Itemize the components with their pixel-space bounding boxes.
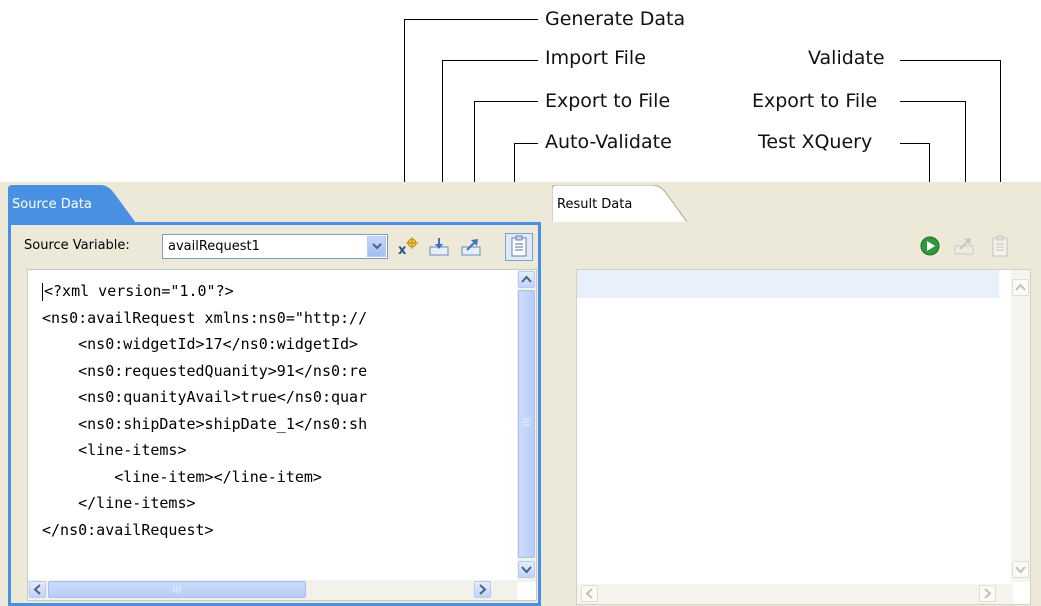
callout-import-file: Import File: [545, 47, 646, 69]
callout-export-to-file-right: Export to File: [752, 90, 878, 112]
tab-result-data[interactable]: Result Data: [552, 185, 687, 222]
source-variable-label: Source Variable:: [24, 238, 130, 253]
source-variable-value: availRequest1: [168, 239, 260, 254]
leader-generate-data-h: [404, 19, 538, 20]
generate-data-icon[interactable]: x: [395, 235, 419, 259]
svg-text:x: x: [398, 243, 407, 258]
code-line: <line-item></line-item>: [42, 467, 322, 486]
export-file-icon[interactable]: [459, 235, 483, 259]
leader-test-xquery-h: [900, 143, 930, 144]
vertical-scrollbar[interactable]: [517, 270, 536, 582]
text-caret: [42, 282, 43, 301]
source-variable-select[interactable]: availRequest1: [162, 234, 388, 259]
source-xml-editor[interactable]: <?xml version="1.0"?> <ns0:availRequest …: [27, 269, 537, 601]
callout-generate-data: Generate Data: [545, 8, 686, 30]
leader-export-left-h: [474, 101, 538, 102]
leader-validate-h: [900, 60, 1001, 61]
horizontal-scroll-thumb[interactable]: [48, 581, 306, 598]
current-line-highlight: [577, 270, 999, 298]
tab-result-data-label: Result Data: [557, 197, 633, 212]
code-line: <ns0:shipDate>shipDate_1</ns0:sh: [42, 414, 368, 433]
source-code: <?xml version="1.0"?> <ns0:availRequest …: [42, 278, 367, 543]
code-line: <ns0:quanityAvail>true</ns0:quar: [42, 388, 368, 406]
result-scroll-right-button[interactable]: [979, 585, 996, 602]
callout-auto-validate: Auto-Validate: [545, 131, 672, 153]
scroll-down-button[interactable]: [518, 561, 535, 578]
code-line: <?xml version="1.0"?>: [44, 282, 234, 300]
leader-export-right-h: [900, 101, 966, 102]
result-scroll-up-button[interactable]: [1012, 279, 1029, 296]
leader-import-file-h: [442, 60, 538, 61]
scroll-right-button[interactable]: [474, 581, 491, 598]
export-file-icon[interactable]: [952, 234, 976, 258]
result-scroll-down-button[interactable]: [1012, 561, 1029, 578]
auto-validate-icon[interactable]: [505, 233, 533, 261]
code-line: <line-items>: [42, 441, 187, 459]
code-line: <ns0:availRequest xmlns:ns0="http://: [42, 308, 368, 327]
import-file-icon[interactable]: [427, 235, 451, 259]
tab-source-data-label: Source Data: [12, 197, 92, 212]
tab-source-data[interactable]: Source Data: [8, 185, 136, 223]
result-data-panel: [552, 222, 1041, 606]
callout-test-xquery: Test XQuery: [758, 131, 873, 153]
scroll-left-button[interactable]: [29, 581, 46, 598]
code-line: <ns0:widgetId>17</ns0:widgetId>: [42, 335, 359, 353]
code-line: <ns0:requestedQuanity>91</ns0:re: [42, 361, 368, 380]
callout-validate: Validate: [808, 47, 885, 69]
scroll-up-button[interactable]: [518, 271, 535, 288]
result-editor[interactable]: [576, 269, 1031, 605]
leader-auto-validate-h: [514, 143, 538, 144]
test-xquery-icon[interactable]: [918, 234, 942, 258]
source-data-panel: Source Variable: availRequest1 x <?xml v…: [8, 222, 541, 606]
callout-export-to-file-left: Export to File: [545, 90, 671, 112]
result-horizontal-scrollbar[interactable]: [577, 584, 1013, 604]
vertical-scroll-thumb[interactable]: [518, 290, 535, 558]
code-line: </line-items>: [42, 494, 196, 512]
result-vertical-scrollbar[interactable]: [1011, 270, 1030, 582]
code-line: </ns0:availRequest>: [42, 520, 214, 539]
validate-icon[interactable]: [988, 234, 1012, 258]
horizontal-scrollbar[interactable]: [28, 580, 517, 600]
result-scroll-left-button[interactable]: [581, 585, 598, 602]
chevron-down-icon[interactable]: [367, 236, 386, 257]
